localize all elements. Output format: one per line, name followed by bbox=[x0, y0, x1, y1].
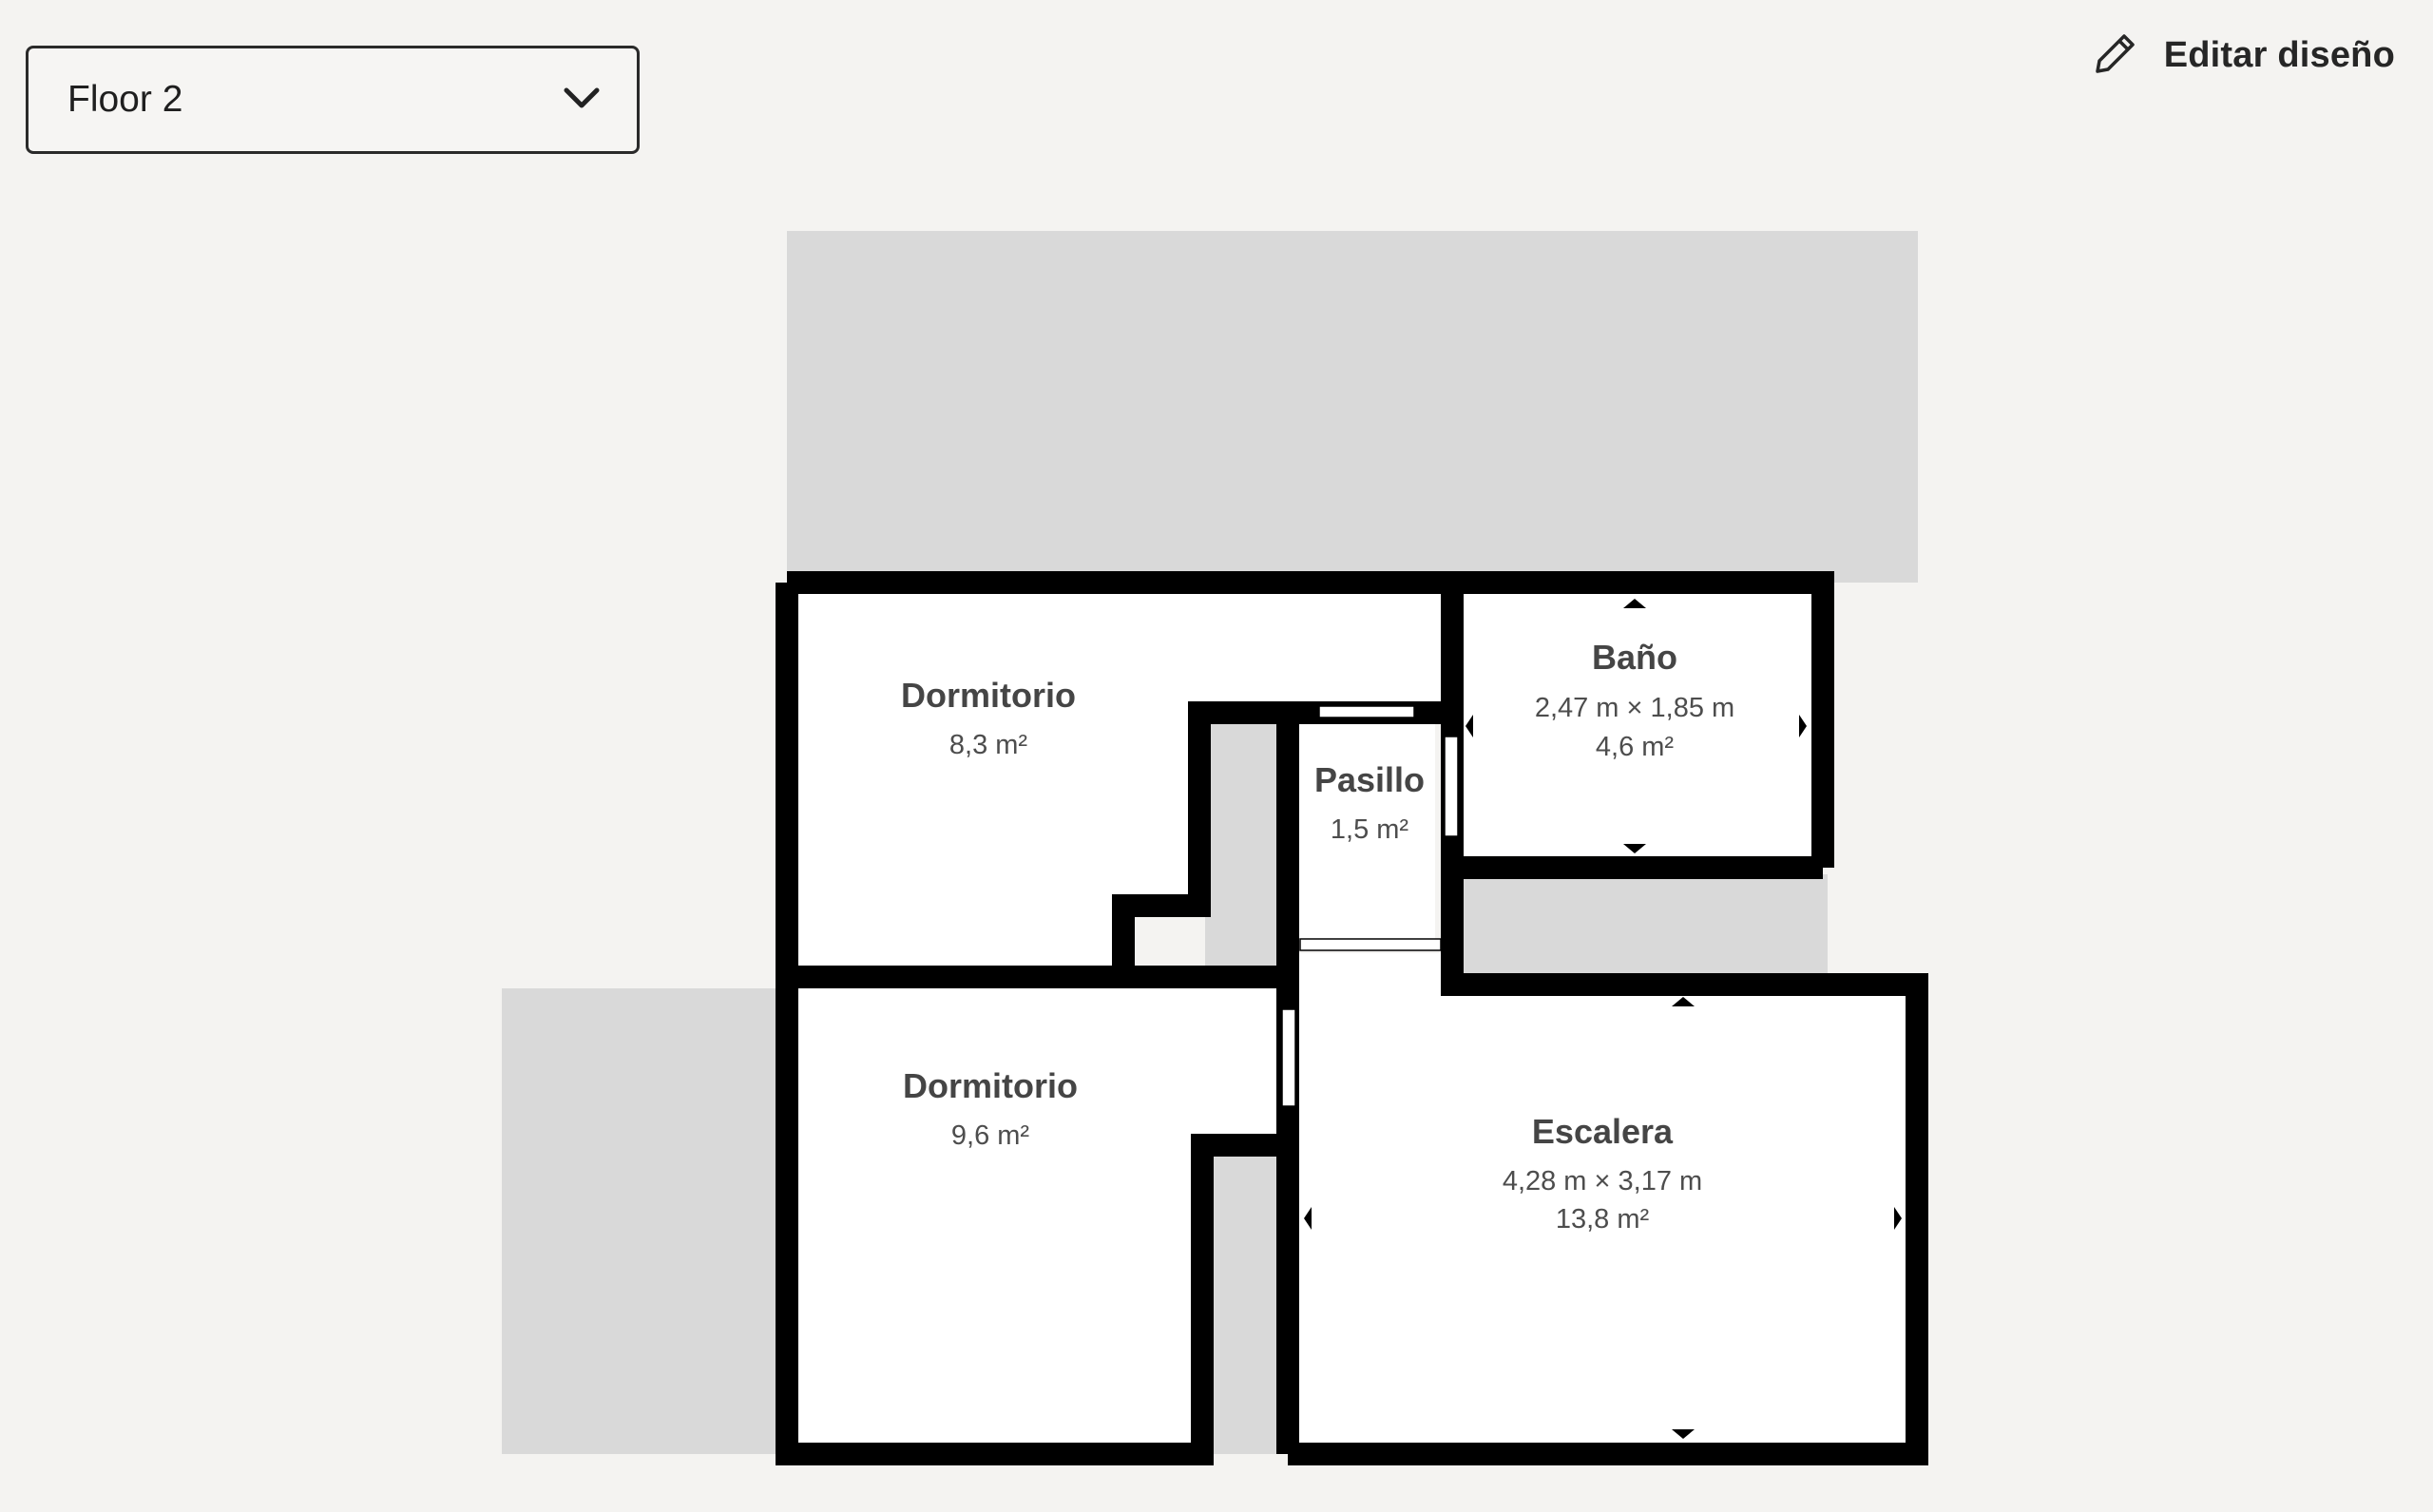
door-pasillo-escalera[interactable] bbox=[1299, 938, 1442, 951]
outdoor-area-left bbox=[502, 988, 779, 1454]
room-name-pasillo: Pasillo bbox=[1314, 760, 1425, 799]
room-area-dormitorio-top: 8,3 m² bbox=[949, 730, 1028, 760]
door-pasillo-top[interactable] bbox=[1318, 705, 1415, 718]
room-name-dormitorio-bottom: Dormitorio bbox=[903, 1066, 1078, 1105]
outdoor-area-right-passage bbox=[1452, 874, 1828, 979]
room-dimensions-escalera: 4,28 m × 3,17 m bbox=[1503, 1166, 1702, 1196]
room-area-escalera: 13,8 m² bbox=[1556, 1204, 1650, 1234]
outdoor-area-top bbox=[787, 231, 1918, 583]
room-name-dormitorio-top: Dormitorio bbox=[901, 676, 1076, 715]
room-area-bano: 4,6 m² bbox=[1596, 732, 1675, 762]
floor-plan[interactable]: Dormitorio 8,3 m² Dormitorio 9,6 m² Pasi… bbox=[0, 0, 2433, 1512]
room-area-dormitorio-bottom: 9,6 m² bbox=[951, 1120, 1030, 1151]
outdoor-area-notch bbox=[1205, 713, 1283, 969]
outdoor-area-lower-gap bbox=[1205, 1140, 1283, 1454]
room-name-escalera: Escalera bbox=[1532, 1112, 1674, 1151]
room-name-bano: Baño bbox=[1592, 638, 1677, 677]
room-dimensions-bano: 2,47 m × 1,85 m bbox=[1535, 693, 1734, 723]
door-bano[interactable] bbox=[1444, 736, 1459, 837]
room-area-pasillo: 1,5 m² bbox=[1331, 814, 1409, 845]
room-escalera-fill[interactable] bbox=[1294, 953, 1907, 1445]
door-dormitorio-bottom[interactable] bbox=[1281, 1008, 1296, 1107]
